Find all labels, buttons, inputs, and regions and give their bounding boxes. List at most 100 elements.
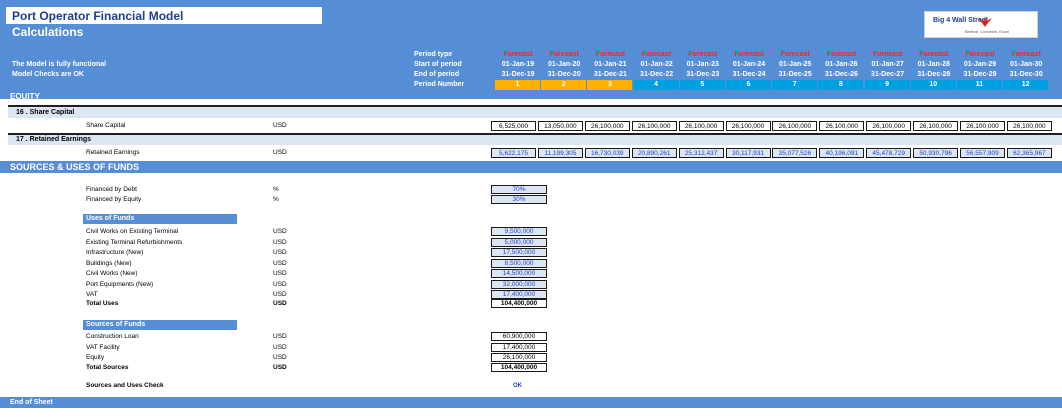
retained-earnings-cell[interactable]: 5,622,175	[491, 148, 536, 158]
period-type-cell: Forecast	[1011, 51, 1041, 58]
period-type-label: Period type	[414, 51, 453, 58]
retained-earnings-cell[interactable]: 16,730,039	[584, 148, 630, 158]
period-type-cell: Forecast	[965, 51, 995, 58]
retained-earnings-unit: USD	[273, 149, 287, 156]
share-capital-cell[interactable]: 26,100,000	[1006, 121, 1052, 131]
retained-earnings-cell[interactable]: 20,890,261	[631, 148, 677, 158]
retained-earnings-cell[interactable]: 30,117,931	[725, 148, 771, 158]
share-capital-cell[interactable]: 26,100,000	[819, 121, 865, 131]
period-end-cell: 31-Dec-28	[917, 71, 951, 78]
retained-earnings-cell[interactable]: 11,199,305	[537, 148, 583, 158]
period-end-cell: 31-Dec-27	[871, 71, 905, 78]
financed-by-equity-value[interactable]: 30%	[491, 195, 547, 204]
period-start-cell: 01-Jan-24	[732, 61, 766, 68]
model-functional-note: The Model is fully functional	[12, 61, 107, 68]
financed-by-equity-unit: %	[273, 196, 279, 203]
use-of-funds-row-value[interactable]: 8,500,000	[491, 258, 547, 268]
use-of-funds-row-label: Existing Terminal Refurbishments	[86, 238, 183, 246]
end-of-period-label: End of period	[414, 71, 460, 78]
company-logo: Big 4 Wall Street Believe, Conceive, Exc…	[924, 11, 1038, 38]
period-number-cell: 8	[818, 80, 864, 90]
retained-earnings-cell[interactable]: 56,557,909	[960, 148, 1005, 158]
retained-earnings-cell[interactable]: 40,196,091	[819, 148, 865, 158]
end-of-sheet-band: End of Sheet	[0, 397, 1062, 408]
period-start-cell: 01-Jan-23	[686, 61, 719, 68]
sheet-title: Calculations	[12, 25, 84, 39]
use-of-funds-row-value[interactable]: 32,000,000	[491, 279, 547, 289]
period-number-cell: 1	[495, 80, 540, 90]
eagle-icon	[978, 16, 992, 27]
total-uses-value[interactable]: 104,400,000	[491, 299, 547, 308]
period-start-cell: 01-Jan-30	[1010, 61, 1043, 68]
share-capital-cell[interactable]: 26,100,000	[772, 121, 818, 131]
period-end-cell: 31-Dec-22	[640, 71, 674, 78]
use-of-funds-row-label: Civil Works on Existing Terminal	[86, 228, 179, 235]
period-type-cell: Forecast	[734, 51, 764, 58]
sources-uses-check-value: OK	[513, 383, 522, 389]
share-capital-label: Share Capital	[86, 122, 126, 129]
financed-by-debt-label: Financed by Debt	[86, 186, 137, 193]
equity-section-title: EQUITY	[10, 92, 40, 101]
use-of-funds-row-label: Civil Works (New)	[86, 270, 138, 277]
share-capital-cell[interactable]: 6,525,000	[491, 121, 536, 131]
use-of-funds-row-value[interactable]: 17,400,000	[491, 290, 547, 299]
period-end-cell: 31-Dec-25	[778, 71, 812, 78]
share-capital-cell[interactable]: 26,100,000	[631, 121, 677, 131]
period-start-cell: 01-Jan-19	[501, 61, 535, 68]
use-of-funds-row-value[interactable]: 17,500,000	[491, 248, 547, 257]
use-of-funds-row-value[interactable]: 14,500,000	[491, 269, 547, 278]
period-type-cell: Forecast	[919, 51, 949, 58]
period-number-cell: 7	[772, 80, 818, 90]
period-end-cell: 31-Dec-21	[593, 71, 627, 78]
source-of-funds-row-value[interactable]: 17,400,000	[491, 342, 547, 352]
period-end-cell: 31-Dec-24	[732, 71, 766, 78]
use-of-funds-row-unit: USD	[273, 270, 287, 277]
period-start-cell: 01-Jan-27	[871, 61, 904, 68]
sources-of-funds-header: Sources of Funds	[83, 320, 237, 330]
share-capital-cell[interactable]: 26,100,000	[725, 121, 771, 131]
retained-earnings-cell[interactable]: 62,365,967	[1006, 148, 1052, 158]
use-of-funds-row-unit: USD	[273, 228, 287, 235]
use-of-funds-row-unit: USD	[273, 259, 287, 267]
period-number-cell: 4	[633, 80, 679, 90]
period-start-cell: 01-Jan-26	[825, 61, 858, 68]
retained-earnings-cell[interactable]: 25,312,437	[678, 148, 724, 158]
share-capital-cell[interactable]: 26,100,000	[678, 121, 724, 131]
period-start-cell: 01-Jan-20	[548, 61, 581, 68]
period-type-cell: Forecast	[780, 51, 810, 58]
uses-of-funds-header: Uses of Funds	[83, 214, 237, 224]
use-of-funds-row-value[interactable]: 5,000,000	[491, 237, 547, 247]
retained-earnings-cell[interactable]: 45,478,729	[866, 148, 912, 158]
retained-earnings-cell[interactable]: 35,077,526	[772, 148, 818, 158]
source-of-funds-row-value[interactable]: 26,100,000	[491, 353, 547, 362]
financed-by-equity-label: Financed by Equity	[86, 196, 142, 203]
source-of-funds-row-unit: USD	[273, 343, 287, 351]
share-capital-cell[interactable]: 13,050,000	[537, 121, 583, 131]
use-of-funds-row-label: Port Equipments (New)	[86, 280, 154, 288]
share-capital-heading: 16 . Share Capital	[8, 107, 1062, 118]
share-capital-unit: USD	[273, 122, 287, 129]
retained-earnings-cell[interactable]: 50,930,796	[913, 148, 959, 158]
period-start-cell: 01-Jan-29	[963, 61, 997, 68]
period-type-cell: Forecast	[549, 51, 579, 58]
use-of-funds-row-value[interactable]: 9,500,000	[491, 227, 547, 236]
share-capital-cell[interactable]: 26,100,000	[960, 121, 1005, 131]
period-start-cell: 01-Jan-22	[640, 61, 673, 68]
use-of-funds-row-unit: USD	[273, 238, 287, 246]
period-start-cell: 01-Jan-21	[594, 61, 627, 68]
period-start-cell: 01-Jan-25	[779, 61, 812, 68]
use-of-funds-row-unit: USD	[273, 249, 287, 256]
model-title: Port Operator Financial Model	[12, 9, 184, 23]
financed-by-debt-value[interactable]: 70%	[491, 185, 547, 194]
period-type-cell: Forecast	[642, 51, 672, 58]
share-capital-cell[interactable]: 26,100,000	[913, 121, 959, 131]
period-end-cell: 31-Dec-20	[547, 71, 581, 78]
source-of-funds-row-value[interactable]: 60,900,000	[491, 332, 547, 341]
source-of-funds-row-label: VAT Facility	[86, 343, 120, 351]
period-end-cell: 31-Dec-29	[963, 71, 997, 78]
share-capital-cell[interactable]: 26,100,000	[584, 121, 630, 131]
period-number-cell: 2	[541, 80, 587, 90]
total-uses-unit: USD	[273, 300, 287, 307]
total-sources-value[interactable]: 104,400,000	[491, 363, 547, 372]
share-capital-cell[interactable]: 26,100,000	[866, 121, 912, 131]
